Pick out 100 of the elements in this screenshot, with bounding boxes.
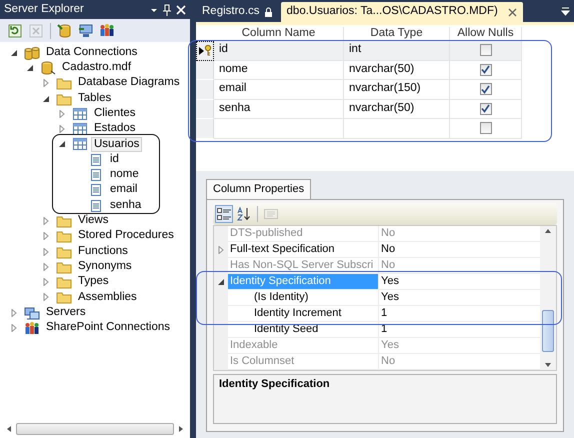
collapsed-icon[interactable] — [42, 262, 50, 271]
tree-item[interactable]: Database Diagrams — [75, 75, 183, 92]
table-icon — [72, 122, 88, 136]
property-value[interactable]: 1 — [378, 306, 540, 322]
table-cell[interactable]: int — [344, 41, 450, 60]
server-icon — [24, 306, 40, 320]
folder-icon — [56, 229, 72, 244]
expanded-icon[interactable] — [42, 94, 50, 103]
expanded-icon[interactable] — [58, 140, 66, 148]
folder-icon — [56, 244, 72, 258]
collapsed-icon[interactable] — [10, 324, 18, 332]
refresh-button[interactable] — [6, 22, 24, 40]
tree-item[interactable]: Clientes — [91, 106, 139, 122]
refresh-icon — [7, 22, 23, 38]
database-group-icon — [24, 46, 40, 60]
table-cell[interactable]: nome — [214, 60, 344, 80]
checkbox[interactable] — [480, 102, 492, 115]
collapsed-icon[interactable] — [42, 79, 50, 88]
check-icon — [481, 84, 490, 94]
collapsed-icon[interactable] — [42, 293, 50, 302]
collapsed-icon[interactable] — [42, 216, 50, 225]
checkbox[interactable] — [480, 83, 492, 96]
table-icon — [72, 106, 88, 121]
collapsed-icon[interactable] — [217, 246, 225, 254]
tree-item[interactable]: Synonyms — [75, 258, 135, 275]
empty-cell[interactable] — [344, 119, 450, 138]
scroll-up-icon[interactable] — [544, 228, 552, 234]
check-icon — [481, 104, 490, 114]
check-icon — [481, 65, 490, 74]
collapsed-icon[interactable] — [42, 278, 50, 286]
expanded-icon[interactable] — [217, 278, 225, 286]
tree-item[interactable]: Types — [75, 274, 112, 290]
close-icon[interactable] — [508, 8, 517, 16]
folder-icon — [56, 76, 72, 90]
checkbox[interactable] — [480, 64, 492, 76]
collapsed-icon[interactable] — [58, 125, 66, 134]
tree-item[interactable]: email — [107, 182, 140, 198]
property-value[interactable]: Yes — [378, 290, 540, 306]
collapsed-icon[interactable] — [58, 110, 66, 118]
scrollbar-thumb[interactable] — [16, 423, 174, 435]
tree-item[interactable]: Cadastro.mdf — [59, 60, 134, 76]
scroll-right-icon[interactable] — [178, 425, 184, 433]
tree-item[interactable]: id — [107, 152, 122, 168]
tree-item[interactable]: Views — [75, 213, 112, 229]
scroll-left-icon[interactable] — [6, 425, 12, 433]
scrollbar-thumb[interactable] — [542, 310, 554, 352]
tree-item[interactable]: nome — [107, 167, 142, 183]
property-name[interactable]: Identity Increment — [228, 306, 378, 322]
folder-icon — [56, 92, 72, 106]
sort-az-button[interactable] — [235, 205, 253, 223]
tree-item[interactable]: Functions — [75, 244, 131, 260]
checkbox[interactable] — [480, 122, 492, 134]
server-plug-button[interactable] — [77, 22, 95, 40]
tree-item[interactable]: SharePoint Connections — [43, 320, 174, 336]
panel-tab[interactable]: Column Properties — [206, 179, 312, 199]
tree-item[interactable]: Estados — [91, 121, 139, 138]
tree-item[interactable]: Tables — [75, 90, 114, 106]
tree-item[interactable]: Servers — [43, 304, 89, 321]
categorized-icon — [216, 206, 232, 222]
current-row-icon — [198, 46, 204, 55]
collapsed-icon[interactable] — [10, 308, 18, 317]
table-cell[interactable]: id — [214, 41, 344, 60]
folder-icon — [56, 275, 72, 290]
collapsed-icon[interactable] — [42, 232, 50, 240]
property-value[interactable]: Yes — [378, 274, 540, 290]
delete-icon — [28, 22, 44, 38]
checkbox[interactable] — [480, 44, 492, 56]
tree-item[interactable]: Data Connections — [43, 44, 140, 61]
tree-item[interactable]: senha — [107, 198, 144, 214]
property-name[interactable]: Identity Seed — [228, 322, 378, 338]
document-tab[interactable]: dbo.Usuarios: Ta...OS\CADASTRO.MDF) — [280, 2, 523, 22]
categorized-button[interactable] — [215, 205, 233, 223]
folder-icon — [56, 214, 72, 228]
table-cell[interactable]: senha — [214, 100, 344, 119]
tab-menu-icon[interactable] — [561, 6, 570, 16]
tree-item[interactable]: Usuarios — [91, 136, 142, 152]
key-icon — [204, 45, 212, 56]
pin-icon[interactable] — [162, 4, 172, 16]
row-selector[interactable] — [196, 41, 214, 60]
table-cell[interactable]: nvarchar(50) — [344, 60, 450, 80]
property-name[interactable]: Full-text Specification — [228, 242, 378, 258]
expanded-icon[interactable] — [26, 64, 34, 72]
column-icon — [88, 183, 104, 198]
column-icon — [88, 168, 104, 182]
tree-item[interactable]: Assemblies — [75, 290, 140, 306]
collapsed-icon[interactable] — [42, 248, 50, 256]
scroll-down-icon[interactable] — [544, 362, 552, 368]
server-plug-icon — [78, 22, 94, 38]
column-icon — [88, 198, 104, 213]
folder-icon — [56, 260, 72, 274]
property-value[interactable]: No — [378, 242, 540, 258]
property-name[interactable]: (Is Identity) — [228, 290, 378, 306]
people-icon — [99, 22, 115, 38]
sort-az-icon — [236, 206, 252, 222]
table-cell[interactable]: email — [214, 80, 344, 100]
document-tab[interactable]: Registro.cs — [196, 2, 279, 22]
tree-item[interactable]: Stored Procedures — [75, 228, 177, 244]
table-cell[interactable]: nvarchar(150) — [344, 80, 450, 100]
table-cell[interactable]: nvarchar(50) — [344, 100, 450, 119]
expanded-icon[interactable] — [10, 48, 18, 57]
